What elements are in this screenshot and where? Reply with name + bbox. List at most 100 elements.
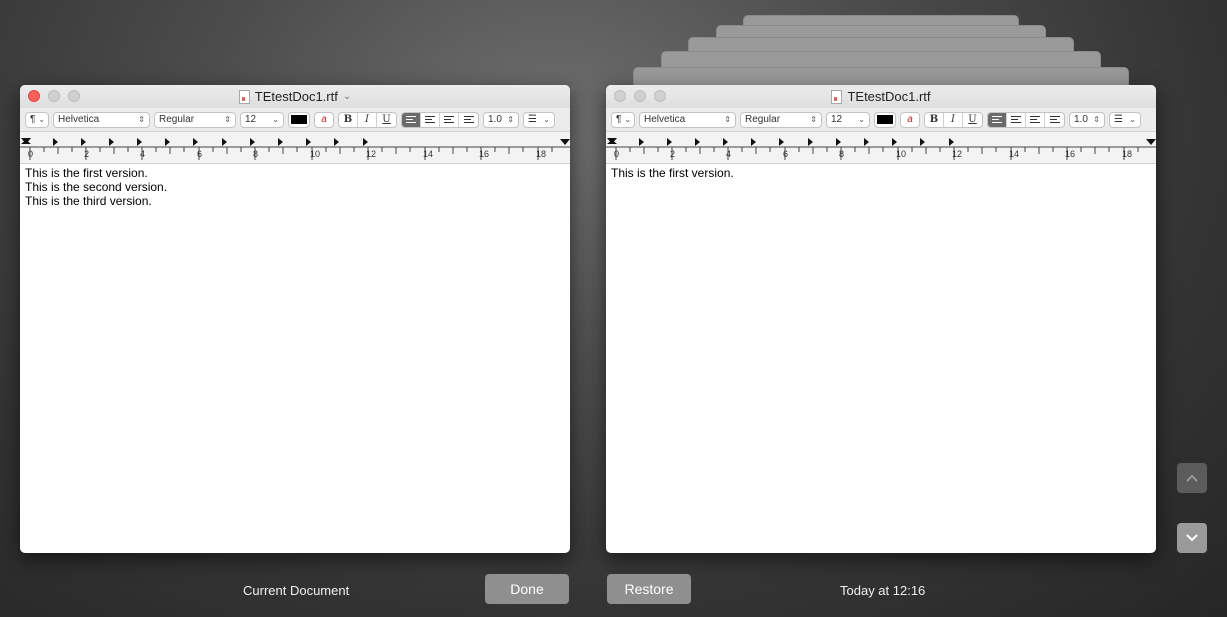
highlight-icon: a	[907, 114, 913, 125]
tab-stops[interactable]	[639, 138, 954, 146]
restore-button[interactable]: Restore	[607, 574, 691, 604]
current-document-label: Current Document	[243, 583, 350, 598]
text-style-group: B I U	[924, 111, 983, 128]
ruler-label: 8	[839, 149, 845, 159]
align-right-icon	[1030, 115, 1040, 124]
align-left-button[interactable]	[988, 112, 1007, 127]
document-text-area[interactable]: This is the first version. This is the s…	[20, 164, 570, 210]
line-spacing-popup[interactable]: 1.0 ⇕	[483, 111, 519, 128]
zoom-button[interactable]	[68, 90, 80, 102]
font-size-combo[interactable]: 12 ⌄	[826, 111, 870, 128]
right-indent-marker[interactable]	[560, 139, 570, 145]
font-style-value: Regular	[745, 114, 781, 125]
italic-button[interactable]: I	[944, 112, 963, 127]
ruler[interactable]: 0 2 4 6 8 10 12 14 16 18	[20, 132, 570, 164]
right-indent-marker[interactable]	[1146, 139, 1156, 145]
version-timestamp: Today at 12:16	[840, 583, 926, 598]
align-center-button[interactable]	[421, 112, 440, 127]
ruler-label: 14	[423, 149, 434, 159]
format-toolbar: ¶ ⌄ Helvetica ⇕ Regular ⇕ 12 ⌄ a B I U 1.0 ⇕ …	[20, 108, 570, 132]
left-indent-marker[interactable]	[607, 140, 617, 144]
font-style-value: Regular	[159, 114, 195, 125]
ruler-label: 0	[614, 149, 620, 159]
text-line: This is the third version.	[25, 194, 152, 208]
align-justify-icon	[463, 115, 474, 124]
title-bar: TEtestDoc1.rtf	[606, 85, 1156, 108]
align-center-icon	[1011, 115, 1021, 124]
align-justify-button[interactable]	[1045, 113, 1064, 127]
left-indent-marker[interactable]	[21, 140, 31, 144]
close-button[interactable]	[28, 90, 40, 102]
text-style-group: B I U	[338, 111, 397, 128]
done-button[interactable]: Done	[485, 574, 569, 604]
tab-stops[interactable]	[53, 138, 368, 146]
next-version-button[interactable]	[1177, 523, 1207, 553]
align-center-button[interactable]	[1007, 112, 1026, 127]
highlight-icon: a	[321, 114, 327, 125]
text-line: This is the first version.	[25, 166, 148, 180]
list-bullets-popup[interactable]: ☰ ⌄	[1109, 111, 1141, 128]
paragraph-styles-popup[interactable]: ¶ ⌄	[25, 111, 49, 128]
ruler-label: 10	[310, 149, 321, 159]
chevron-down-icon: ⌄	[272, 115, 279, 124]
font-style-popup[interactable]: Regular ⇕	[154, 111, 236, 128]
highlight-color-well[interactable]: a	[314, 111, 334, 128]
chevron-down-icon[interactable]: ⌄	[343, 91, 351, 102]
underline-button[interactable]: U	[963, 113, 982, 127]
title-bar: TEtestDoc1.rtf ⌄	[20, 85, 570, 108]
ruler[interactable]: 0 2 4 6 8 10 12 14 16 18	[606, 132, 1156, 164]
align-right-icon	[444, 115, 454, 124]
ruler-label: 6	[783, 149, 789, 159]
align-left-button[interactable]	[402, 112, 421, 127]
minimize-button	[634, 90, 646, 102]
paragraph-icon: ¶	[30, 114, 36, 125]
ruler-label: 4	[726, 149, 732, 159]
bold-button[interactable]: B	[925, 112, 944, 127]
chevron-down-icon: ⌄	[624, 115, 632, 124]
italic-button[interactable]: I	[358, 112, 377, 127]
align-left-icon	[992, 115, 1002, 124]
ruler-ticks	[606, 138, 1156, 160]
ruler-label: 2	[84, 149, 90, 159]
text-color-well[interactable]	[288, 111, 310, 128]
underline-button[interactable]: U	[377, 113, 396, 127]
previous-version-button[interactable]	[1177, 463, 1207, 493]
ruler-label: 0	[28, 149, 34, 159]
line-spacing-value: 1.0	[1074, 114, 1088, 125]
minimize-button[interactable]	[48, 90, 60, 102]
window-title-text: TEtestDoc1.rtf	[254, 89, 338, 104]
text-color-well[interactable]	[874, 111, 896, 128]
font-family-popup[interactable]: Helvetica ⇕	[53, 111, 150, 128]
current-document-window: TEtestDoc1.rtf ⌄ ¶ ⌄ Helvetica ⇕ Regular ⇕ …	[20, 85, 570, 553]
version-document-window: TEtestDoc1.rtf ¶ ⌄ Helvetica ⇕ Regular ⇕ 12…	[606, 85, 1156, 553]
list-icon: ☰	[528, 114, 537, 125]
line-spacing-value: 1.0	[488, 114, 502, 125]
chevron-down-icon: ⌄	[1129, 115, 1136, 124]
window-title[interactable]: TEtestDoc1.rtf ⌄	[238, 89, 351, 104]
align-right-button[interactable]	[1026, 112, 1045, 127]
chevron-down-icon: ⌄	[858, 115, 865, 124]
color-swatch	[291, 115, 307, 124]
list-bullets-popup[interactable]: ☰ ⌄	[523, 111, 555, 128]
ruler-label: 10	[896, 149, 907, 159]
document-text-area[interactable]: This is the first version.	[606, 164, 1156, 182]
chevron-up-icon	[1186, 474, 1198, 482]
font-family-value: Helvetica	[58, 114, 100, 125]
ruler-label: 18	[1122, 149, 1133, 159]
zoom-button	[654, 90, 666, 102]
alignment-group	[987, 111, 1065, 128]
font-size-combo[interactable]: 12 ⌄	[240, 111, 284, 128]
color-swatch	[877, 115, 893, 124]
paragraph-icon: ¶	[616, 114, 622, 125]
align-right-button[interactable]	[440, 112, 459, 127]
paragraph-styles-popup[interactable]: ¶ ⌄	[611, 111, 635, 128]
line-spacing-popup[interactable]: 1.0 ⇕	[1069, 111, 1105, 128]
updown-icon: ⇕	[507, 115, 514, 124]
ruler-label: 12	[952, 149, 963, 159]
highlight-color-well[interactable]: a	[900, 111, 920, 128]
align-justify-button[interactable]	[459, 113, 478, 127]
font-family-popup[interactable]: Helvetica ⇕	[639, 111, 736, 128]
font-style-popup[interactable]: Regular ⇕	[740, 111, 822, 128]
ruler-label: 2	[670, 149, 676, 159]
bold-button[interactable]: B	[339, 112, 358, 127]
